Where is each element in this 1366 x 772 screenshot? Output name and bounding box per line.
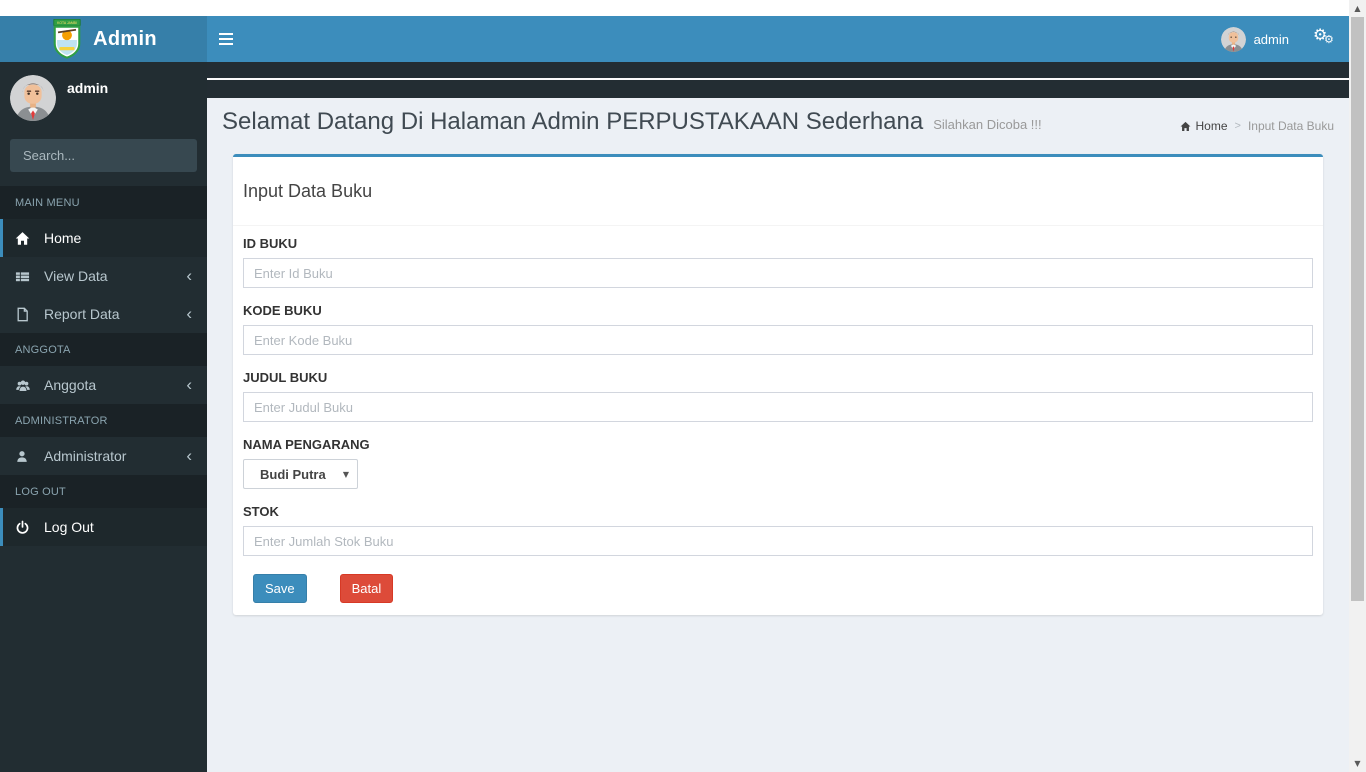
users-icon — [15, 378, 37, 393]
page-title: Selamat Datang Di Halaman Admin PERPUSTA… — [222, 108, 924, 135]
table-icon — [15, 269, 37, 284]
menu-header-main: MAIN MENU — [0, 186, 207, 219]
navbar: KOTA JAMBI Admin admin ⚙ ⚙ — [0, 16, 1349, 62]
user-icon — [15, 449, 37, 464]
chevron-left-icon: ‹ — [186, 374, 192, 394]
brand-title: Admin — [93, 27, 157, 50]
form-box: Input Data Buku ID BUKU KODE BUKU JUDUL … — [233, 154, 1323, 615]
sidebar-toggle-button[interactable] — [218, 16, 254, 62]
chevron-left-icon: ‹ — [186, 303, 192, 323]
judul-buku-input[interactable] — [243, 392, 1313, 422]
id-buku-label: ID BUKU — [243, 236, 298, 251]
scrollbar-down-arrow[interactable]: ▼ — [1349, 755, 1366, 772]
logo-banner-text: KOTA JAMBI — [57, 21, 77, 25]
field-group-id-buku: ID BUKU — [243, 236, 1313, 288]
sidebar-item-label: Administrator — [44, 448, 127, 464]
content-area: Selamat Datang Di Halaman Admin PERPUSTA… — [207, 98, 1349, 772]
sidebar-user-panel: admin — [0, 62, 207, 131]
sidebar-item-label: Report Data — [44, 306, 120, 322]
user-avatar-icon — [1220, 26, 1246, 52]
navbar-username: admin — [1253, 31, 1289, 47]
field-group-nama-pengarang: NAMA PENGARANG Budi Putra ▼ — [243, 437, 1313, 489]
field-group-stok: STOK — [243, 504, 1313, 556]
judul-buku-label: JUDUL BUKU — [243, 370, 328, 385]
user-avatar-icon — [10, 75, 56, 121]
sidebar-item-label: Anggota — [44, 377, 97, 393]
file-icon — [15, 307, 37, 322]
sidebar-search-input[interactable] — [10, 139, 197, 172]
brand-logo-link[interactable]: KOTA JAMBI Admin — [0, 16, 207, 62]
home-icon — [1180, 121, 1191, 132]
breadcrumb-home-link[interactable]: Home — [1180, 119, 1228, 133]
kode-buku-input[interactable] — [243, 325, 1313, 355]
crest-logo-icon: KOTA JAMBI — [50, 19, 84, 59]
sidebar-item-administrator[interactable]: Administrator ‹ — [0, 437, 207, 475]
navbar-right: admin ⚙ ⚙ — [1215, 16, 1339, 62]
top-white-strip — [0, 0, 1349, 16]
chevron-left-icon: ‹ — [186, 445, 192, 465]
sidebar-item-anggota[interactable]: Anggota ‹ — [0, 366, 207, 404]
breadcrumb-separator: > — [1234, 120, 1241, 132]
sidebar-username: admin — [67, 80, 109, 96]
form-box-body: ID BUKU KODE BUKU JUDUL BUKU NAMA PENGAR… — [233, 226, 1323, 615]
author-select-wrap: Budi Putra ▼ — [243, 459, 358, 489]
form-buttons: Save Batal — [243, 574, 1313, 603]
chevron-left-icon: ‹ — [186, 265, 192, 285]
sidebar-item-logout[interactable]: Log Out — [0, 508, 207, 546]
nama-pengarang-select[interactable]: Budi Putra — [243, 459, 358, 489]
sidebar-item-home[interactable]: Home — [0, 219, 207, 257]
gear-small-icon: ⚙ — [1324, 33, 1334, 46]
power-icon — [15, 520, 37, 535]
stok-input[interactable] — [243, 526, 1313, 556]
divider-line — [207, 78, 1349, 80]
navbar-main: admin ⚙ ⚙ — [207, 16, 1349, 62]
content-header: Selamat Datang Di Halaman Admin PERPUSTA… — [222, 108, 1334, 146]
kode-buku-label: KODE BUKU — [243, 303, 322, 318]
settings-button[interactable]: ⚙ ⚙ — [1313, 16, 1339, 62]
form-box-title: Input Data Buku — [243, 181, 373, 201]
batal-button[interactable]: Batal — [339, 574, 394, 603]
sidebar-item-label: Home — [44, 230, 82, 246]
page-subtitle: Silahkan Dicoba !!! — [933, 117, 1042, 132]
sidebar-menu: MAIN MENU Home View Data ‹ Report Data ‹… — [0, 186, 207, 546]
menu-icon-bar — [219, 43, 233, 45]
save-button[interactable]: Save — [253, 574, 307, 603]
home-icon — [15, 231, 37, 246]
sidebar-item-view-data[interactable]: View Data ‹ — [0, 257, 207, 295]
breadcrumb: Home > Input Data Buku — [1180, 119, 1334, 133]
form-box-header: Input Data Buku — [233, 157, 1323, 226]
field-group-judul-buku: JUDUL BUKU — [243, 370, 1313, 422]
navbar-user-menu[interactable]: admin — [1215, 16, 1295, 62]
stok-label: STOK — [243, 504, 279, 519]
field-group-kode-buku: KODE BUKU — [243, 303, 1313, 355]
scrollbar-up-arrow[interactable]: ▲ — [1349, 0, 1366, 17]
breadcrumb-current: Input Data Buku — [1247, 119, 1334, 133]
sidebar-search — [10, 139, 197, 172]
scrollbar-thumb[interactable] — [1351, 17, 1364, 601]
header-dark-strip — [207, 62, 1349, 98]
app-screen: KOTA JAMBI Admin admin ⚙ ⚙ admin Search.… — [0, 0, 1366, 772]
sidebar-item-report-data[interactable]: Report Data ‹ — [0, 295, 207, 333]
sidebar-item-label: Log Out — [44, 519, 94, 535]
breadcrumb-home-label: Home — [1195, 119, 1228, 133]
menu-header-anggota: ANGGOTA — [0, 333, 207, 366]
menu-header-administrator: ADMINISTRATOR — [0, 404, 207, 437]
menu-icon — [219, 33, 233, 35]
sidebar-item-label: View Data — [44, 268, 108, 284]
sidebar: admin MAIN MENU — [0, 62, 207, 772]
id-buku-input[interactable] — [243, 258, 1313, 288]
menu-header-logout: LOG OUT — [0, 475, 207, 508]
menu-icon-bar — [219, 38, 233, 40]
nama-pengarang-label: NAMA PENGARANG — [243, 437, 370, 452]
scrollbar[interactable]: ▲ ▼ — [1349, 0, 1366, 772]
